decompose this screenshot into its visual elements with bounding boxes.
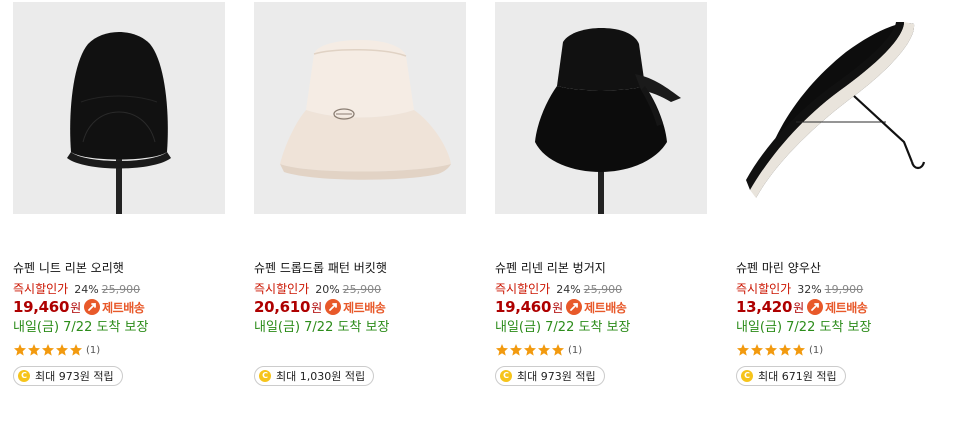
coin-icon: C (18, 370, 30, 382)
coin-icon: C (259, 370, 271, 382)
star-icon (13, 343, 27, 357)
discount-rate: 32% (797, 283, 822, 296)
original-price: 25,900 (101, 283, 141, 296)
rocket-delivery-icon (84, 299, 101, 315)
arrival-guarantee: 내일(금) 7/22 도착 보장 (736, 320, 872, 335)
delivery-badge: 제트배송 (102, 300, 145, 315)
reward-text: 최대 973원 적립 (35, 370, 114, 383)
discount-line: 즉시할인가 20% 25,900 (254, 282, 381, 296)
product-title[interactable]: 슈펜 리넨 리본 벙거지 (495, 259, 606, 276)
discount-line: 즉시할인가 32% 19,900 (736, 282, 863, 296)
discount-rate: 24% (74, 283, 99, 296)
coin-icon: C (500, 370, 512, 382)
reward-text: 최대 1,030원 적립 (276, 370, 366, 383)
sale-price: 20,610 (254, 298, 311, 316)
product-grid: 슈펜 니트 리본 오리햇 즉시할인가 24% 25,900 19,460 원 제트배송… (0, 0, 953, 422)
product-card[interactable]: 슈펜 마린 양우산 즉시할인가 32% 19,900 13,420 원 제트배송 내일… (736, 0, 948, 400)
discount-line: 즉시할인가 24% 25,900 (13, 282, 140, 296)
product-card[interactable]: 슈펜 드롭드롭 패턴 버킷햇 즉시할인가 20% 25,900 20,610 원 제트… (254, 0, 466, 400)
rating[interactable]: (1) (495, 343, 582, 357)
star-icon (764, 343, 778, 357)
discount-label: 즉시할인가 (736, 282, 792, 296)
product-image[interactable] (13, 2, 225, 214)
product-image[interactable] (495, 2, 707, 214)
star-icon (69, 343, 83, 357)
rocket-delivery-icon (807, 299, 824, 315)
hat-image (254, 2, 466, 214)
delivery-badge: 제트배송 (584, 300, 627, 315)
star-icon (778, 343, 792, 357)
price-line: 20,610 원 제트배송 (254, 298, 386, 316)
delivery-badge: 제트배송 (825, 300, 868, 315)
price-line: 19,460 원 제트배송 (495, 298, 627, 316)
review-count: (1) (86, 344, 101, 356)
star-rating (736, 343, 806, 357)
rating[interactable] (254, 343, 257, 357)
sale-price: 19,460 (495, 298, 552, 316)
discount-rate: 24% (556, 283, 581, 296)
star-icon (551, 343, 565, 357)
star-icon (537, 343, 551, 357)
product-title[interactable]: 슈펜 니트 리본 오리햇 (13, 259, 124, 276)
rating[interactable]: (1) (13, 343, 100, 357)
star-icon (41, 343, 55, 357)
original-price: 19,900 (824, 283, 864, 296)
star-icon (27, 343, 41, 357)
rating[interactable]: (1) (736, 343, 823, 357)
discount-label: 즉시할인가 (495, 282, 551, 296)
sale-price: 19,460 (13, 298, 70, 316)
price-line: 13,420 원 제트배송 (736, 298, 868, 316)
star-icon (495, 343, 509, 357)
original-price: 25,900 (342, 283, 382, 296)
reward-text: 최대 671원 적립 (758, 370, 837, 383)
arrival-guarantee: 내일(금) 7/22 도착 보장 (254, 320, 390, 335)
star-icon (55, 343, 69, 357)
umbrella-image (736, 2, 948, 214)
currency-unit: 원 (70, 300, 82, 315)
star-icon (792, 343, 806, 357)
discount-label: 즉시할인가 (13, 282, 69, 296)
product-title[interactable]: 슈펜 드롭드롭 패턴 버킷햇 (254, 259, 387, 276)
reward-badge[interactable]: C 최대 1,030원 적립 (254, 366, 375, 386)
review-count: (1) (809, 344, 824, 356)
product-card[interactable]: 슈펜 니트 리본 오리햇 즉시할인가 24% 25,900 19,460 원 제트배송… (13, 0, 225, 400)
reward-text: 최대 973원 적립 (517, 370, 596, 383)
star-rating (495, 343, 565, 357)
currency-unit: 원 (793, 300, 805, 315)
reward-badge[interactable]: C 최대 671원 적립 (736, 366, 846, 386)
review-count: (1) (568, 344, 583, 356)
product-card[interactable]: 슈펜 리넨 리본 벙거지 즉시할인가 24% 25,900 19,460 원 제트배송… (495, 0, 707, 400)
product-title[interactable]: 슈펜 마린 양우산 (736, 259, 821, 276)
product-image[interactable] (254, 2, 466, 214)
discount-line: 즉시할인가 24% 25,900 (495, 282, 622, 296)
currency-unit: 원 (311, 300, 323, 315)
star-icon (750, 343, 764, 357)
hat-image (495, 2, 707, 214)
sale-price: 13,420 (736, 298, 793, 316)
star-icon (523, 343, 537, 357)
rocket-delivery-icon (566, 299, 583, 315)
rocket-delivery-icon (325, 299, 342, 315)
price-line: 19,460 원 제트배송 (13, 298, 145, 316)
coin-icon: C (741, 370, 753, 382)
arrival-guarantee: 내일(금) 7/22 도착 보장 (13, 320, 149, 335)
discount-label: 즉시할인가 (254, 282, 310, 296)
star-rating (13, 343, 83, 357)
reward-badge[interactable]: C 최대 973원 적립 (495, 366, 605, 386)
reward-badge[interactable]: C 최대 973원 적립 (13, 366, 123, 386)
arrival-guarantee: 내일(금) 7/22 도착 보장 (495, 320, 631, 335)
delivery-badge: 제트배송 (343, 300, 386, 315)
original-price: 25,900 (583, 283, 623, 296)
discount-rate: 20% (315, 283, 340, 296)
star-icon (736, 343, 750, 357)
hat-image (13, 2, 225, 214)
currency-unit: 원 (552, 300, 564, 315)
product-image[interactable] (736, 2, 948, 214)
star-icon (509, 343, 523, 357)
